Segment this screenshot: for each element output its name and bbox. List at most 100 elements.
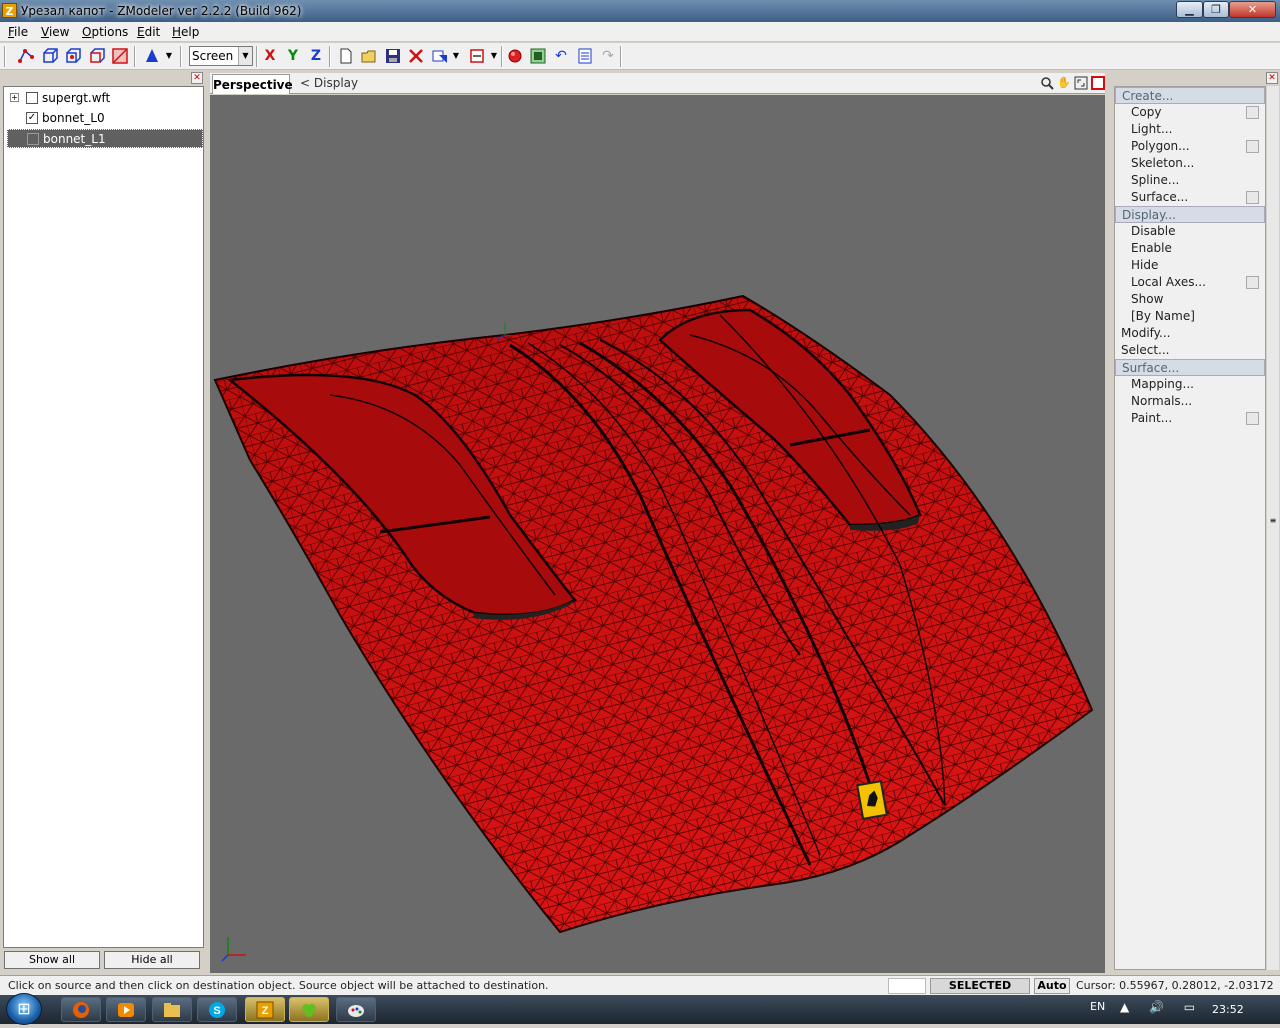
show-all-button[interactable]: Show all <box>4 951 100 969</box>
cmd-create-spline[interactable]: Spline... <box>1115 172 1265 189</box>
cmd-display-disable[interactable]: Disable <box>1115 223 1265 240</box>
tree-item-supergt[interactable]: + supergt.wft <box>7 89 203 108</box>
tree-item-bonnet-l0[interactable]: ✓ bonnet_L0 <box>7 109 203 128</box>
expand-icon[interactable]: + <box>10 93 19 102</box>
cmd-create-skeleton[interactable]: Skeleton... <box>1115 155 1265 172</box>
zmodeler-icon[interactable]: Z <box>245 997 285 1022</box>
visibility-checkbox[interactable] <box>26 92 38 104</box>
cmd-display-local-axes[interactable]: Local Axes... <box>1115 274 1265 291</box>
hide-all-button[interactable]: Hide all <box>104 951 200 969</box>
close-panel-icon[interactable]: ✕ <box>191 72 203 84</box>
tree-item-bonnet-l1[interactable]: bonnet_L1 <box>7 129 203 148</box>
visibility-checkbox[interactable]: ✓ <box>26 112 38 124</box>
menu-options[interactable]: Options <box>82 25 128 39</box>
clock[interactable]: 23:52 <box>1212 1003 1244 1016</box>
cmd-select[interactable]: Select... <box>1115 342 1265 359</box>
scroll-grip-icon[interactable]: ≡ <box>1267 516 1279 532</box>
coordinate-space-select[interactable]: Screen ▼ <box>189 46 253 66</box>
cmd-create[interactable]: Create... <box>1115 87 1265 104</box>
cmd-create-copy[interactable]: Copy <box>1115 104 1265 121</box>
cmd-display-hide[interactable]: Hide <box>1115 257 1265 274</box>
toolbar-separator <box>4 46 6 67</box>
cmd-display-show[interactable]: Show <box>1115 291 1265 308</box>
redo-icon[interactable]: ↷ <box>599 47 617 65</box>
select-object-icon[interactable] <box>64 47 82 65</box>
menu-view[interactable]: View <box>41 25 69 39</box>
cmd-create-polygon[interactable]: Polygon... <box>1115 138 1265 155</box>
cmd-display-by-name[interactable]: [By Name] <box>1115 308 1265 325</box>
axis-y-toggle[interactable]: Y <box>284 47 302 65</box>
close-panel-icon[interactable]: ✕ <box>1266 72 1278 84</box>
close-view-icon[interactable] <box>1091 76 1105 90</box>
tab-perspective[interactable]: Perspective <box>212 74 293 94</box>
language-indicator[interactable]: EN <box>1090 1000 1105 1013</box>
tree-item-label: bonnet_L1 <box>43 132 106 146</box>
pan-hand-icon[interactable]: ✋ <box>1057 76 1071 90</box>
command-scrollbar[interactable]: ≡ <box>1267 86 1279 970</box>
command-list: Create... Copy Light... Polygon... Skele… <box>1114 86 1266 970</box>
select-group-icon[interactable] <box>88 47 106 65</box>
visibility-checkbox[interactable] <box>27 133 39 145</box>
toolbar-separator <box>501 46 503 67</box>
detach-icon[interactable] <box>468 47 486 65</box>
paint-icon[interactable] <box>336 997 376 1022</box>
move-mode-dropdown-icon[interactable]: ▼ <box>164 47 174 65</box>
delete-icon[interactable] <box>407 47 425 65</box>
open-file-icon[interactable] <box>360 47 378 65</box>
close-button[interactable]: ✕ <box>1229 1 1276 18</box>
3d-viewport[interactable] <box>210 95 1105 973</box>
material-editor-icon[interactable] <box>529 47 547 65</box>
options-icon[interactable] <box>1246 191 1259 204</box>
selection-mode-indicator[interactable]: SELECTED MODE <box>930 978 1030 1006</box>
object-tree: + supergt.wft ✓ bonnet_L0 bonnet_L1 <box>3 86 204 948</box>
attach-dropdown-icon[interactable]: ▼ <box>451 47 461 65</box>
menu-help[interactable]: Help <box>172 25 199 39</box>
detach-dropdown-icon[interactable]: ▼ <box>489 47 499 65</box>
select-all-icon[interactable] <box>111 47 129 65</box>
cmd-surface[interactable]: Surface... <box>1115 359 1265 376</box>
tree-item-label: supergt.wft <box>42 91 111 105</box>
options-icon[interactable] <box>1246 106 1259 119</box>
options-icon[interactable] <box>1246 412 1259 425</box>
axis-x-toggle[interactable]: X <box>261 47 279 65</box>
maximize-button[interactable]: ❐ <box>1203 1 1229 18</box>
auto-toggle[interactable]: Auto <box>1034 978 1070 994</box>
move-mode-icon[interactable] <box>143 47 161 65</box>
toolbar-separator <box>620 46 622 67</box>
select-cube-icon[interactable] <box>41 47 59 65</box>
select-vertex-icon[interactable] <box>17 47 35 65</box>
cmd-surface-mapping[interactable]: Mapping... <box>1115 376 1265 393</box>
command-panel: ✕ Create... Copy Light... Polygon... Ske… <box>1108 71 1280 974</box>
firefox-icon[interactable] <box>61 997 101 1022</box>
axis-z-toggle[interactable]: Z <box>307 47 325 65</box>
zoom-icon[interactable] <box>1040 76 1054 90</box>
render-icon[interactable] <box>506 47 524 65</box>
menu-file[interactable]: File <box>8 25 28 39</box>
maximize-view-icon[interactable] <box>1074 76 1088 90</box>
start-button[interactable]: ⊞ <box>6 993 42 1025</box>
menu-edit[interactable]: Edit <box>137 25 160 39</box>
undo-icon[interactable]: ↶ <box>552 47 570 65</box>
app-icon[interactable] <box>289 997 329 1022</box>
minimize-button[interactable]: ▁ <box>1176 1 1203 18</box>
options-icon[interactable] <box>1246 140 1259 153</box>
explorer-icon[interactable] <box>152 997 192 1022</box>
cmd-create-surface[interactable]: Surface... <box>1115 189 1265 206</box>
cmd-surface-paint[interactable]: Paint... <box>1115 410 1265 427</box>
attach-icon[interactable] <box>431 47 449 65</box>
options-icon[interactable] <box>1246 276 1259 289</box>
cmd-surface-normals[interactable]: Normals... <box>1115 393 1265 410</box>
save-file-icon[interactable] <box>384 47 402 65</box>
new-file-icon[interactable] <box>337 47 355 65</box>
system-tray-icons[interactable]: ▲ 🔊 ▭ <box>1120 1000 1203 1014</box>
media-player-icon[interactable] <box>106 997 146 1022</box>
object-tree-panel: ✕ + supergt.wft ✓ bonnet_L0 bonnet_L1 Sh… <box>0 71 206 974</box>
properties-icon[interactable] <box>576 47 594 65</box>
cmd-create-light[interactable]: Light... <box>1115 121 1265 138</box>
coordinate-space-value: Screen <box>192 49 234 63</box>
cmd-display-enable[interactable]: Enable <box>1115 240 1265 257</box>
tab-display[interactable]: < Display <box>300 76 358 90</box>
cmd-modify[interactable]: Modify... <box>1115 325 1265 342</box>
cmd-display[interactable]: Display... <box>1115 206 1265 223</box>
skype-icon[interactable]: S <box>197 997 237 1022</box>
